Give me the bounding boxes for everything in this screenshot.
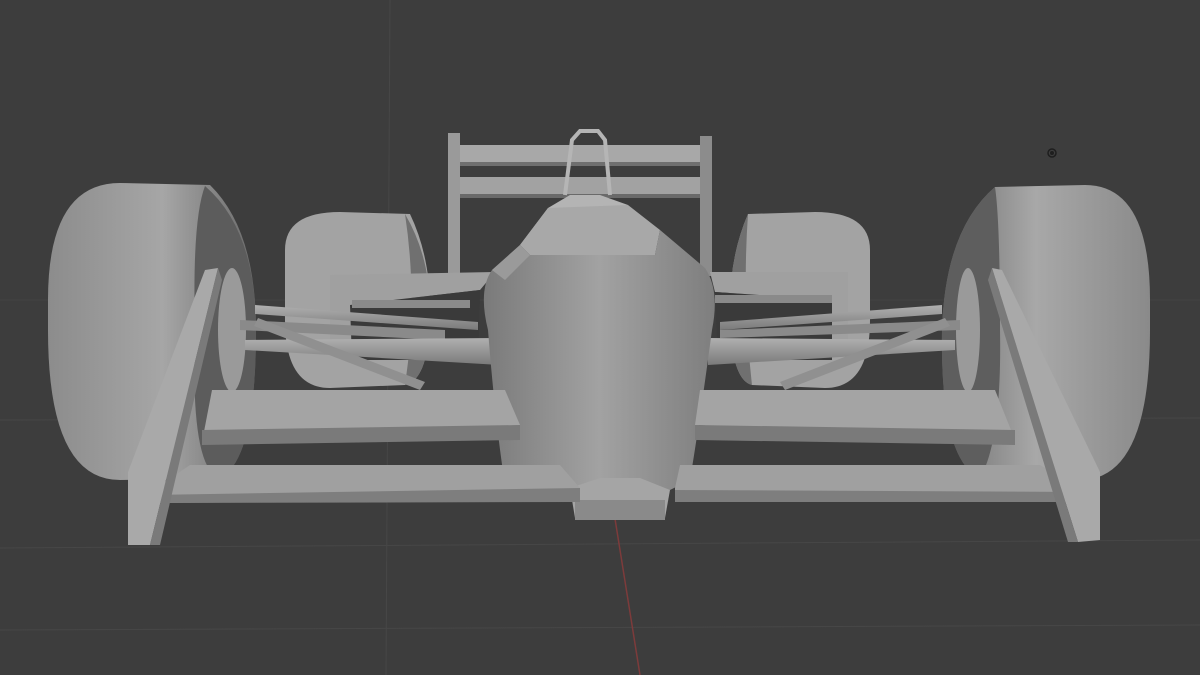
- 3d-viewport[interactable]: [0, 0, 1200, 675]
- light-object-icon[interactable]: [1047, 148, 1057, 158]
- x-axis-line: [611, 499, 641, 675]
- viewport-canvas[interactable]: [0, 0, 1200, 675]
